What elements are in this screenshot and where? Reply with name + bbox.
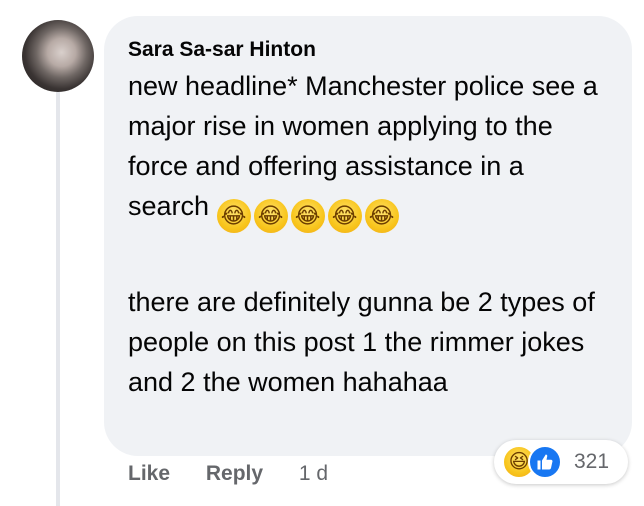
thread-line — [56, 92, 60, 506]
reactions-summary[interactable]: 😆 321 — [494, 440, 628, 484]
laughing-emoji-icon: 😂 — [364, 199, 399, 233]
timestamp[interactable]: 1 d — [299, 462, 328, 485]
comment-text-2: there are definitely gunna be 2 types of… — [128, 287, 595, 397]
avatar[interactable] — [22, 20, 94, 92]
comment-actions: Like Reply 1 d — [128, 462, 328, 486]
comment-author[interactable]: Sara Sa-sar Hinton — [128, 38, 316, 62]
laughing-emoji-icon: 😂 — [253, 199, 288, 233]
laughing-emoji-icon: 😂 — [216, 199, 251, 233]
comment-text-1: new headline* Manchester police see a ma… — [128, 71, 598, 221]
laughing-emoji-icon: 😂 — [327, 199, 362, 233]
reply-button[interactable]: Reply — [206, 462, 263, 485]
like-button[interactable]: Like — [128, 462, 170, 485]
reaction-count: 321 — [574, 450, 610, 473]
like-icon — [528, 445, 562, 479]
laughing-emoji-icon: 😂 — [290, 199, 325, 233]
comment-paragraph-2: there are definitely gunna be 2 types of… — [128, 282, 608, 402]
comment-paragraph-1: new headline* Manchester police see a ma… — [128, 66, 608, 233]
